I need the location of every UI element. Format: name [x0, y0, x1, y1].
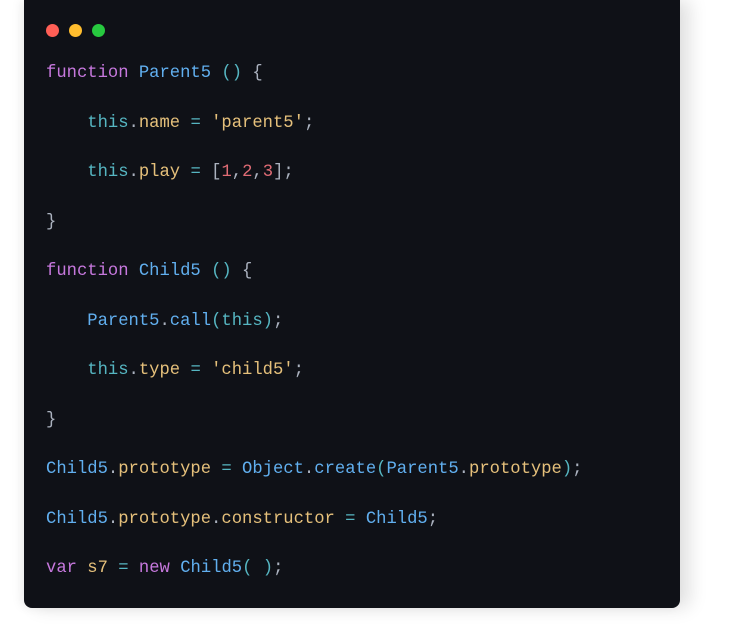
- comma: ,: [252, 163, 262, 182]
- prop-prototype: prototype: [118, 460, 211, 479]
- window-titlebar: [24, 16, 680, 44]
- ident-object: Object: [242, 460, 304, 479]
- prop-name: name: [139, 114, 180, 133]
- dot: .: [304, 460, 314, 479]
- equals: =: [345, 510, 355, 529]
- paren-open: (: [211, 262, 221, 281]
- equals: =: [190, 163, 200, 182]
- method-create: create: [314, 460, 376, 479]
- code-window: function Parent5 () { this.name = 'paren…: [24, 0, 680, 608]
- paren-close: ): [263, 559, 273, 578]
- keyword-function: function: [46, 262, 129, 281]
- zoom-icon[interactable]: [92, 24, 105, 37]
- dot: .: [129, 361, 139, 380]
- dot: .: [129, 114, 139, 133]
- this-keyword: this: [87, 361, 128, 380]
- keyword-new: new: [139, 559, 170, 578]
- semicolon: ;: [572, 460, 582, 479]
- minimize-icon[interactable]: [69, 24, 82, 37]
- dot: .: [108, 510, 118, 529]
- semicolon: ;: [283, 163, 293, 182]
- method-call: call: [170, 312, 211, 331]
- ident-child5: Child5: [366, 510, 428, 529]
- paren-open: (: [211, 312, 221, 331]
- bracket-open: [: [211, 163, 221, 182]
- equals: =: [190, 361, 200, 380]
- func-name-parent5: Parent5: [139, 64, 211, 83]
- dot: .: [129, 163, 139, 182]
- dot: .: [159, 312, 169, 331]
- this-keyword: this: [87, 114, 128, 133]
- string-literal: 'child5': [211, 361, 294, 380]
- prop-prototype: prototype: [469, 460, 562, 479]
- paren-open: (: [242, 559, 252, 578]
- equals: =: [221, 460, 231, 479]
- paren-close: ): [221, 262, 231, 281]
- ident-child5: Child5: [180, 559, 242, 578]
- prop-play: play: [139, 163, 180, 182]
- semicolon: ;: [304, 114, 314, 133]
- paren-open: (: [376, 460, 386, 479]
- equals: =: [118, 559, 128, 578]
- equals: =: [190, 114, 200, 133]
- ident-parent5: Parent5: [87, 312, 159, 331]
- keyword-function: function: [46, 64, 129, 83]
- this-keyword: this: [87, 163, 128, 182]
- prop-prototype: prototype: [118, 510, 211, 529]
- close-icon[interactable]: [46, 24, 59, 37]
- bracket-close: ]: [273, 163, 283, 182]
- semicolon: ;: [428, 510, 438, 529]
- string-literal: 'parent5': [211, 114, 304, 133]
- number-literal: 3: [263, 163, 273, 182]
- paren-close: ): [232, 64, 242, 83]
- number-literal: 1: [221, 163, 231, 182]
- ident-child5: Child5: [46, 460, 108, 479]
- this-keyword: this: [221, 312, 262, 331]
- paren-close: ): [562, 460, 572, 479]
- dot: .: [211, 510, 221, 529]
- brace-close: }: [46, 213, 56, 232]
- number-literal: 2: [242, 163, 252, 182]
- comma: ,: [232, 163, 242, 182]
- prop-type: type: [139, 361, 180, 380]
- dot: .: [459, 460, 469, 479]
- brace-open: {: [242, 262, 252, 281]
- semicolon: ;: [273, 312, 283, 331]
- prop-constructor: constructor: [221, 510, 334, 529]
- code-block: function Parent5 () { this.name = 'paren…: [24, 62, 680, 606]
- paren-close: ): [263, 312, 273, 331]
- ident-s7: s7: [87, 559, 108, 578]
- keyword-var: var: [46, 559, 77, 578]
- brace-open: {: [252, 64, 262, 83]
- dot: .: [108, 460, 118, 479]
- brace-close: }: [46, 411, 56, 430]
- paren-open: (: [221, 64, 231, 83]
- ident-parent5: Parent5: [386, 460, 458, 479]
- semicolon: ;: [294, 361, 304, 380]
- semicolon: ;: [273, 559, 283, 578]
- ident-child5: Child5: [46, 510, 108, 529]
- func-name-child5: Child5: [139, 262, 201, 281]
